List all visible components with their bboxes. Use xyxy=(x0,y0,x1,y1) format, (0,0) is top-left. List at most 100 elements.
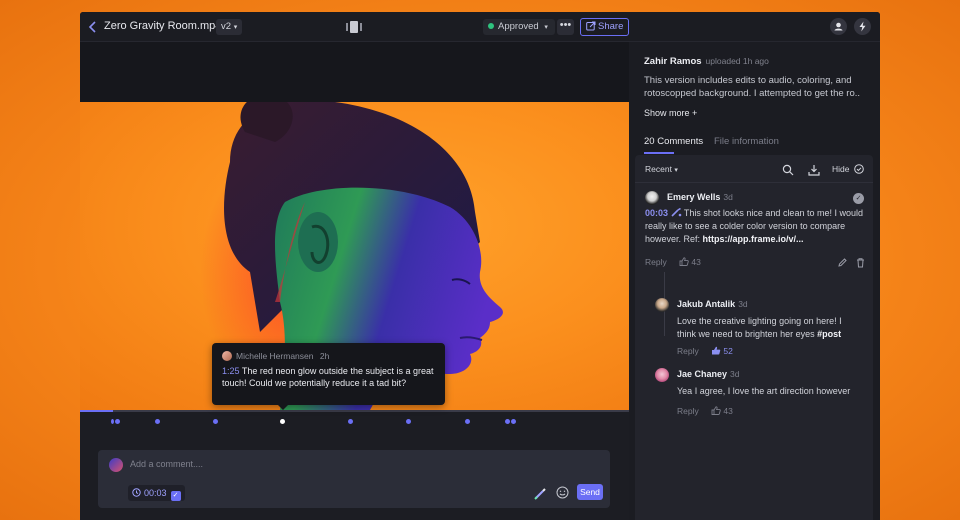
comment-markers xyxy=(80,412,629,432)
comment-author: Jae Chaney 3d xyxy=(677,369,740,379)
checkbox-checked-icon: ✓ xyxy=(170,491,181,501)
version-description: This version includes edits to audio, co… xyxy=(644,75,860,99)
letterbox-top xyxy=(80,42,629,102)
video-player: Michelle Hermansen 2h 1:25 The red neon … xyxy=(80,42,629,520)
share-button[interactable]: Share xyxy=(580,18,630,36)
mark-complete-icon[interactable]: ✓ xyxy=(853,193,864,204)
uploaded-meta: uploaded 1h ago xyxy=(705,56,769,66)
show-more-link[interactable]: Show more + xyxy=(644,108,697,118)
comments-filter-bar: Recent ▾ Hide xyxy=(635,155,873,183)
tooltip-body: The red neon glow outside the subject is… xyxy=(222,366,434,388)
comment-timestamp[interactable]: 00:03 xyxy=(645,208,668,218)
edit-pencil-icon[interactable] xyxy=(837,255,849,267)
comment-text: Yea I agree, I love the art direction ho… xyxy=(677,386,851,396)
hide-label: Hide xyxy=(832,164,850,174)
comment-text: Love the creative lighting going on here… xyxy=(677,315,863,341)
comments-sidebar: Zahir Ramos uploaded 1h ago This version … xyxy=(635,42,880,520)
status-label: Approved xyxy=(498,21,539,32)
author-name: Emery Wells xyxy=(667,192,721,202)
comment-marker[interactable] xyxy=(511,419,516,424)
annotation-icon xyxy=(670,207,681,217)
comment-marker[interactable] xyxy=(348,419,353,424)
share-icon xyxy=(586,21,596,31)
comment-reply-item: Jae Chaney 3d Yea I agree, I love the art… xyxy=(635,345,873,417)
hide-completed-toggle[interactable]: Hide xyxy=(832,164,864,174)
compare-versions-icon[interactable] xyxy=(346,20,362,34)
comment-marker[interactable] xyxy=(465,419,470,424)
comment-marker[interactable] xyxy=(111,419,114,424)
sort-dropdown[interactable]: Recent ▾ xyxy=(645,164,678,174)
comment-tooltip: Michelle Hermansen 2h 1:25 The red neon … xyxy=(212,343,445,410)
avatar xyxy=(655,368,669,382)
version-select[interactable]: v2 ▾ xyxy=(216,19,243,35)
reference-link[interactable]: https://app.frame.io/v/... xyxy=(703,234,804,244)
more-options-button[interactable]: ••• xyxy=(557,19,574,35)
comment-input[interactable]: Add a comment.... xyxy=(130,459,203,469)
comment-marker[interactable] xyxy=(406,419,411,424)
user-icon[interactable] xyxy=(830,18,847,35)
hashtag[interactable]: #post xyxy=(817,329,841,339)
comment-marker[interactable] xyxy=(155,419,160,424)
uploader-name: Zahir Ramos xyxy=(644,56,702,67)
chevron-down-icon: ▾ xyxy=(674,167,678,174)
chevron-down-icon: ▾ xyxy=(544,24,548,31)
tab-underline xyxy=(644,152,674,154)
tab-file-information[interactable]: File information xyxy=(714,136,779,147)
author-name: Jakub Antalik xyxy=(677,299,736,309)
status-dot-icon xyxy=(488,23,494,29)
comment-item: Emery Wells 3d ✓ 00:03 This shot looks ni… xyxy=(635,183,873,273)
top-bar: Zero Gravity Room.mp4 v2 ▾ Approved ▾ ••… xyxy=(80,12,880,42)
search-icon[interactable] xyxy=(782,163,794,176)
timestamp-value: 00:03 xyxy=(144,488,167,498)
thumbs-up-icon xyxy=(679,257,689,266)
comment-marker-active[interactable] xyxy=(280,419,285,424)
tooltip-ago: 2h xyxy=(319,351,330,361)
comment-marker[interactable] xyxy=(115,419,120,424)
like-button[interactable]: 43 xyxy=(711,406,733,416)
annotate-brush-icon[interactable] xyxy=(534,487,546,500)
send-button[interactable]: Send xyxy=(577,484,603,500)
avatar xyxy=(655,298,669,312)
clock-icon xyxy=(132,488,141,497)
app-window: Zero Gravity Room.mp4 v2 ▾ Approved ▾ ••… xyxy=(80,12,880,520)
comments-panel: Recent ▾ Hide Emery Wells 3d ✓ 00:03 Thi… xyxy=(635,155,873,520)
tooltip-author: Michelle Hermansen xyxy=(236,351,314,361)
share-label: Share xyxy=(598,21,624,32)
comment-text: 00:03 This shot looks nice and clean to … xyxy=(645,207,863,246)
avatar xyxy=(222,351,232,361)
author-name: Jae Chaney xyxy=(677,369,728,379)
comment-reply-item: Jakub Antalik 3d Love the creative lighti… xyxy=(635,273,873,356)
lightning-icon[interactable] xyxy=(854,18,871,35)
comment-marker[interactable] xyxy=(213,419,218,424)
reply-button[interactable]: Reply xyxy=(645,257,667,267)
comment-author: Jakub Antalik 3d xyxy=(677,299,748,309)
version-label: v2 xyxy=(221,21,232,32)
tooltip-timestamp: 1:25 xyxy=(222,366,240,376)
reply-button[interactable]: Reply xyxy=(677,406,699,416)
avatar xyxy=(645,191,659,205)
comment-author: Emery Wells 3d xyxy=(667,192,733,202)
like-button[interactable]: 43 xyxy=(679,257,701,267)
file-title: Zero Gravity Room.mp4 xyxy=(104,20,222,32)
sort-label: Recent xyxy=(645,164,672,174)
chevron-down-icon: ▾ xyxy=(233,24,238,31)
avatar xyxy=(109,458,123,472)
tooltip-text: 1:25 The red neon glow outside the subje… xyxy=(222,365,435,389)
approval-status-dropdown[interactable]: Approved ▾ xyxy=(483,19,555,35)
emoji-icon[interactable] xyxy=(556,486,569,499)
download-icon[interactable] xyxy=(808,163,820,176)
tooltip-header: Michelle Hermansen 2h xyxy=(222,350,435,362)
trash-icon[interactable] xyxy=(855,255,867,268)
check-circle-icon xyxy=(854,164,864,174)
back-arrow-icon[interactable] xyxy=(86,19,100,35)
comment-marker[interactable] xyxy=(505,419,510,424)
timestamp-toggle[interactable]: 00:03 ✓ xyxy=(128,485,185,501)
tab-comments[interactable]: 20 Comments xyxy=(644,136,703,154)
like-count: 43 xyxy=(723,406,733,416)
comment-composer: Add a comment.... 00:03 ✓ Send xyxy=(98,450,610,508)
comment-ago: 3d xyxy=(723,192,733,202)
thumbs-up-icon xyxy=(711,406,721,415)
version-uploader: Zahir Ramos uploaded 1h ago xyxy=(644,56,769,67)
like-count: 43 xyxy=(691,257,701,267)
comment-ago: 3d xyxy=(730,369,740,379)
